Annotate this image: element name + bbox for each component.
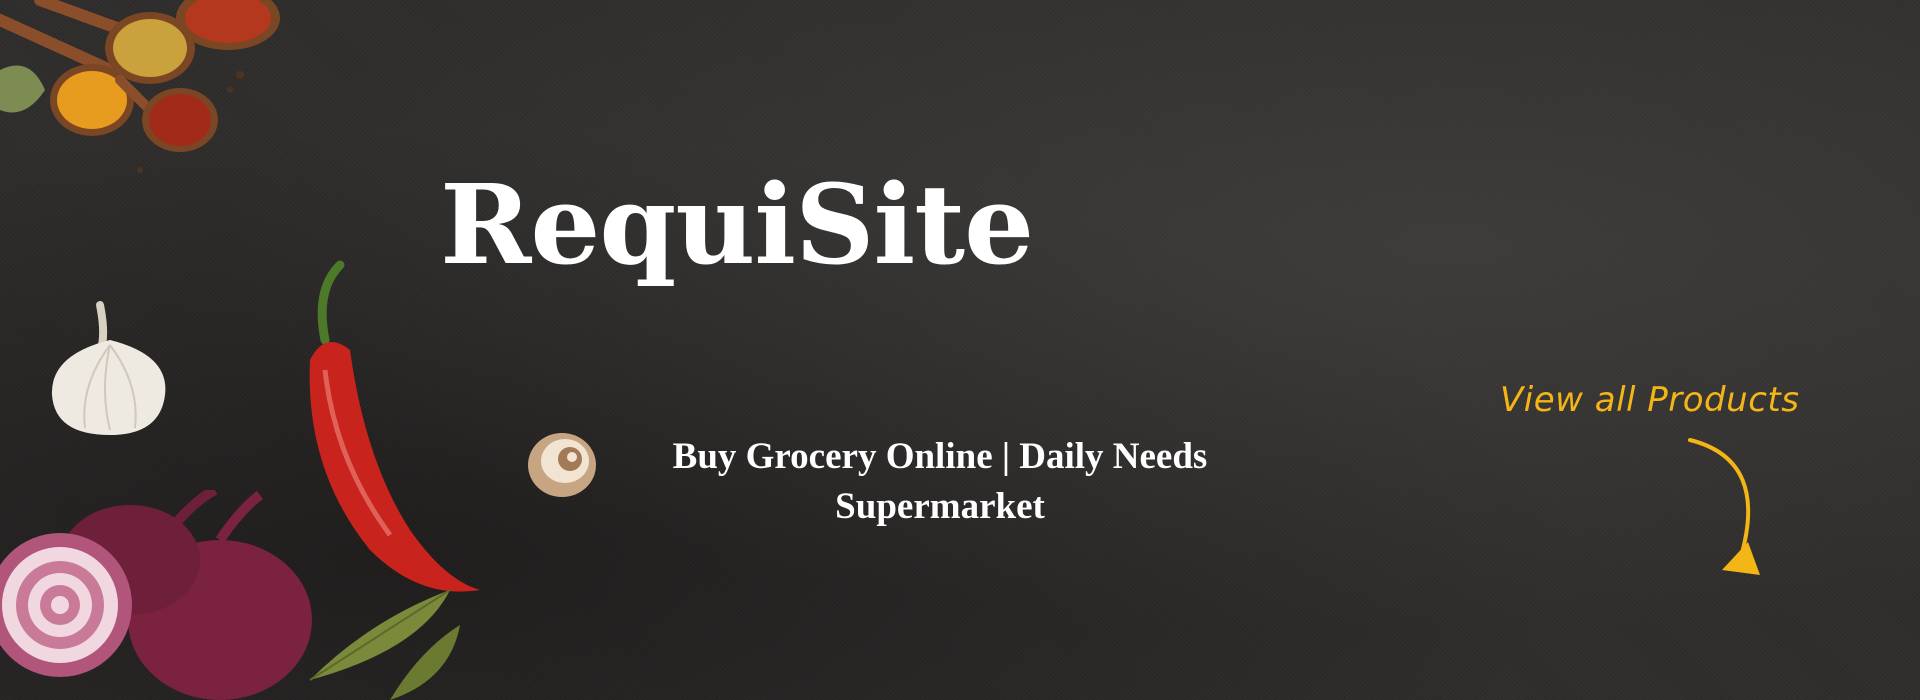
bay-leaf-icon: [309, 589, 460, 700]
brand-title: RequiSite: [440, 160, 1034, 289]
tagline: Buy Grocery Online | Daily Needs Superma…: [672, 436, 1208, 527]
spice-spoons-icon: [0, 0, 280, 173]
garlic-icon: [51, 301, 166, 435]
curved-arrow-icon[interactable]: [1660, 430, 1780, 590]
hero-banner: RequiSite Buy Grocery Online | Daily Nee…: [0, 0, 1920, 700]
view-all-products-link[interactable]: View all Products: [1500, 380, 1799, 420]
red-onion-icon: [0, 490, 312, 700]
mushroom-icon: [528, 433, 596, 497]
